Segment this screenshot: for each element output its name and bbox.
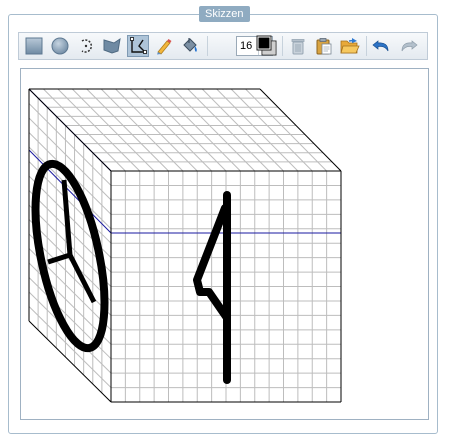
toolbar-separator xyxy=(366,36,367,56)
pen-icon xyxy=(157,39,172,55)
arc-icon xyxy=(81,39,92,53)
color-picker-button[interactable] xyxy=(256,35,278,57)
line-width-value: 16 xyxy=(240,40,253,52)
redo-icon xyxy=(401,40,418,52)
drawing-toolbar: 16 xyxy=(18,32,428,60)
paste-button[interactable] xyxy=(313,35,335,57)
open-folder-icon xyxy=(340,38,360,54)
clipboard-icon xyxy=(316,38,332,55)
fill-shape-tool-button[interactable] xyxy=(101,35,123,57)
paint-bucket-icon xyxy=(183,38,197,52)
delete-button[interactable] xyxy=(287,35,309,57)
pen-tool-button[interactable] xyxy=(153,35,175,57)
toolbar-separator xyxy=(207,36,208,56)
toolbar-separator xyxy=(282,36,283,56)
flag-shape-icon xyxy=(103,37,121,54)
circle-tool-button[interactable] xyxy=(49,35,71,57)
color-swatch-icon xyxy=(256,35,277,56)
drawing-canvas[interactable] xyxy=(20,68,429,420)
square-icon xyxy=(25,37,43,55)
guide-line xyxy=(28,149,112,234)
rectangle-tool-button[interactable] xyxy=(23,35,45,57)
undo-button[interactable] xyxy=(371,35,393,57)
trash-icon xyxy=(291,39,305,55)
circle-icon xyxy=(51,37,69,55)
fill-tool-button[interactable] xyxy=(179,35,201,57)
polyline-tool-button[interactable] xyxy=(127,35,149,57)
undo-icon xyxy=(372,40,389,52)
redo-button[interactable] xyxy=(397,35,419,57)
panel-title: Skizzen xyxy=(199,6,250,22)
open-button[interactable] xyxy=(339,35,361,57)
cube-sketch xyxy=(28,88,342,403)
arc-tool-button[interactable] xyxy=(75,35,97,57)
polyline-icon xyxy=(130,37,147,54)
